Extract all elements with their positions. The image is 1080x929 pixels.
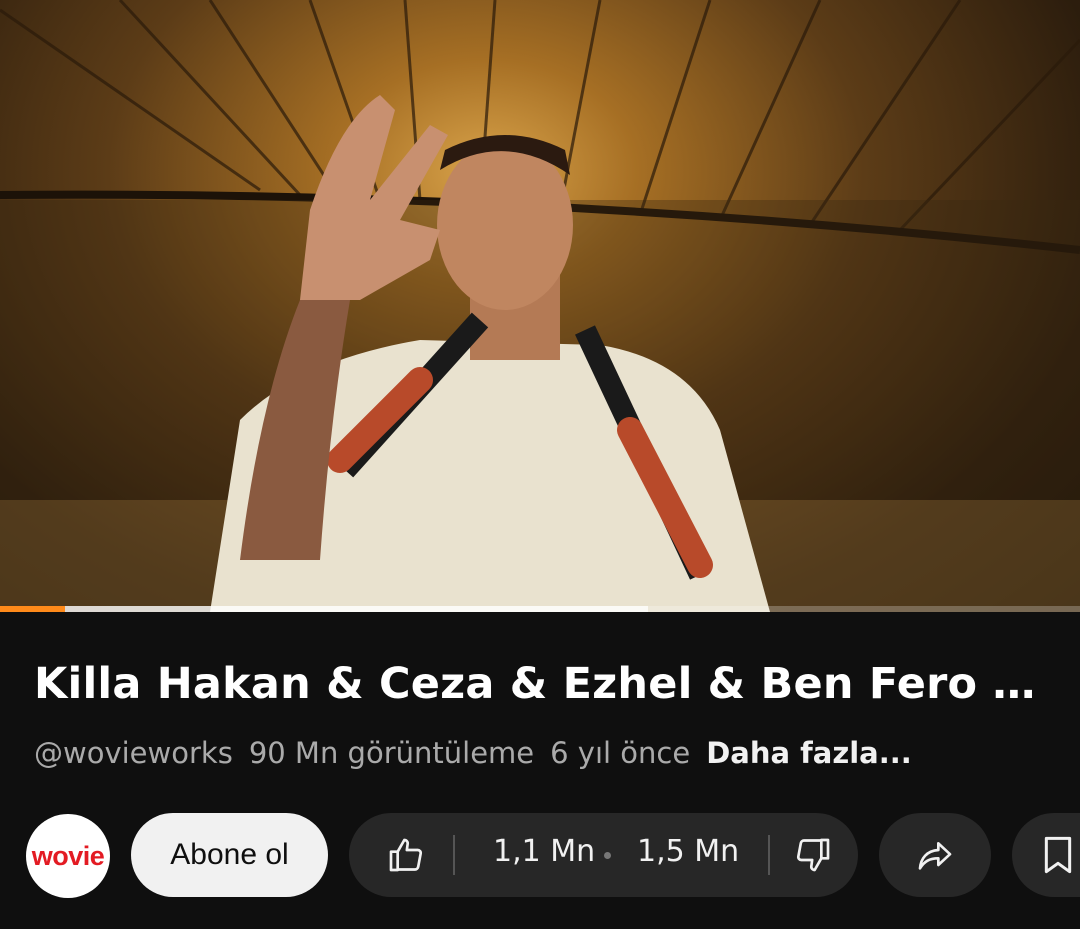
video-title[interactable]: Killa Hakan & Ceza & Ezhel & Ben Fero - … <box>34 656 1050 712</box>
more-link[interactable]: Daha fazla... <box>706 736 912 770</box>
bookmark-icon <box>1044 836 1072 874</box>
separator-dot <box>604 852 611 859</box>
dislike-button[interactable] <box>769 813 858 897</box>
progress-buffered <box>0 606 648 612</box>
save-button[interactable] <box>1012 813 1080 897</box>
like-dislike-group: 1,1 Mn 1,5 Mn <box>349 813 858 897</box>
channel-handle[interactable]: @wovieworks <box>34 736 233 770</box>
progress-played <box>0 606 65 612</box>
like-count: 1,1 Mn <box>493 834 596 869</box>
share-button[interactable] <box>879 813 991 897</box>
like-button[interactable]: 1,1 Mn 1,5 Mn <box>349 813 767 897</box>
subscribe-button[interactable]: Abone ol <box>131 813 328 897</box>
channel-logo: wovie <box>31 840 105 871</box>
divider <box>453 835 455 875</box>
upload-age: 6 yıl önce <box>550 736 691 770</box>
video-meta[interactable]: @wovieworks 90 Mn görüntüleme 6 yıl önce… <box>34 733 912 773</box>
comment-count: 1,5 Mn <box>637 834 740 869</box>
view-count: 90 Mn görüntüleme <box>248 736 535 770</box>
video-player[interactable] <box>0 0 1080 612</box>
share-icon <box>918 842 952 870</box>
thumbs-down-icon <box>796 838 830 872</box>
progress-bar[interactable] <box>0 606 1080 612</box>
thumbs-up-icon <box>389 838 423 872</box>
video-frame <box>0 0 1080 612</box>
channel-avatar[interactable]: wovie <box>26 814 110 898</box>
